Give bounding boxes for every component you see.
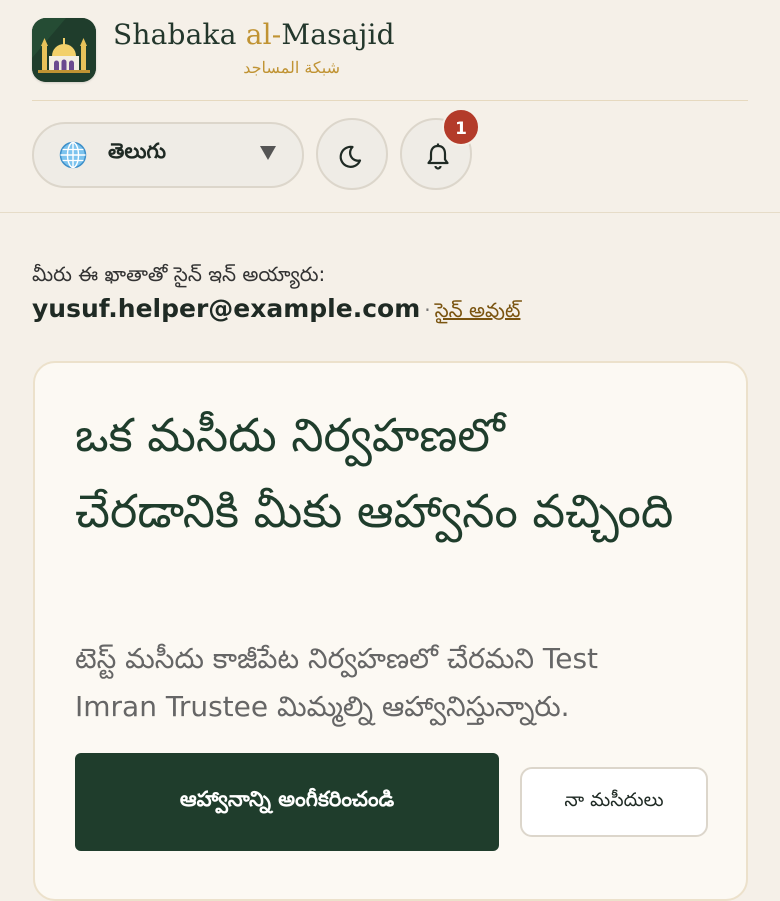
invitation-description: టెస్ట్ మసీదు కాజీపేట నిర్వహణలో చేరమని Te… bbox=[75, 642, 599, 723]
separator-dot: · bbox=[424, 298, 431, 322]
account-line: yusuf.helper@example.com · సైన్ అవుట్ bbox=[32, 294, 520, 327]
site-header: Shabaka al-Masajid شبكة المساجد తెలుగు 1 bbox=[0, 0, 780, 213]
brand-arabic-name: شبكة المساجد bbox=[243, 58, 340, 77]
brand-name-part-3: Masajid bbox=[281, 18, 395, 51]
mosque-icon[interactable] bbox=[32, 18, 96, 82]
brand-name-part-1: Shabaka bbox=[113, 18, 246, 51]
chevron-down-icon bbox=[260, 146, 276, 160]
language-select-value: తెలుగు bbox=[108, 139, 167, 163]
my-mosques-button[interactable]: నా మసీదులు bbox=[520, 767, 708, 837]
brand-name: Shabaka al-Masajid bbox=[113, 18, 395, 51]
sign-out-link[interactable]: సైన్ అవుట్ bbox=[435, 298, 521, 322]
account-email: yusuf.helper@example.com bbox=[32, 294, 421, 323]
invitation-title: ఒక మసీదు నిర్వహణలో చేరడానికి మీకు ఆహ్వాన… bbox=[75, 408, 674, 538]
invitation-card: ఒక మసీదు నిర్వహణలో చేరడానికి మీకు ఆహ్వాన… bbox=[33, 361, 748, 901]
theme-toggle-button[interactable] bbox=[316, 118, 388, 190]
brand-name-part-2: al- bbox=[245, 18, 282, 51]
globe-icon bbox=[59, 141, 87, 169]
accept-invitation-button[interactable]: ఆహ్వానాన్ని అంగీకరించండి bbox=[75, 753, 499, 851]
moon-icon bbox=[339, 145, 362, 168]
header-divider bbox=[32, 100, 748, 101]
notification-count-badge: 1 bbox=[442, 108, 480, 146]
bell-icon bbox=[427, 143, 449, 170]
signed-in-label: మీరు ఈ ఖాతాతో సైన్ ఇన్ అయ్యారు: bbox=[32, 262, 326, 286]
language-select[interactable]: తెలుగు bbox=[32, 122, 304, 188]
